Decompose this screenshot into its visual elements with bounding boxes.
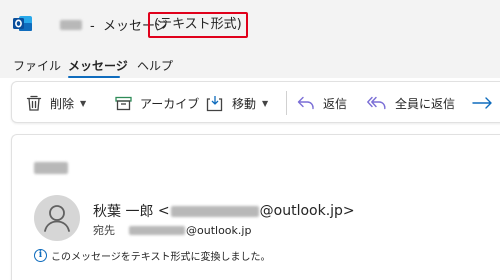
archive-button[interactable]: アーカイブ	[115, 82, 199, 124]
redacted-recipient-address	[129, 225, 185, 235]
menu-message[interactable]: メッセージ	[68, 57, 128, 74]
sender-line: 秋葉 一郎 < @outlook.jp>	[93, 203, 355, 220]
conversion-notice-text: このメッセージをテキスト形式に変換しました。	[51, 252, 271, 263]
forward-button[interactable]	[472, 82, 494, 124]
redacted-title	[60, 20, 82, 30]
chevron-down-icon: ▼	[80, 98, 87, 108]
text-format-label: (テキスト形式)	[148, 12, 248, 38]
trash-icon	[26, 95, 42, 111]
info-icon: i	[34, 249, 47, 262]
recipient-line: 宛先 @outlook.jp	[93, 222, 251, 238]
person-icon	[44, 205, 70, 232]
menu-help[interactable]: ヘルプ	[137, 57, 173, 74]
reply-all-icon	[367, 96, 386, 110]
chevron-down-icon: ▼	[262, 98, 269, 108]
avatar[interactable]	[34, 195, 80, 241]
conversion-notice: i このメッセージをテキスト形式に変換しました。	[34, 248, 271, 263]
forward-icon	[472, 97, 492, 109]
reply-button[interactable]: 返信	[297, 82, 347, 124]
sender-name: 秋葉 一郎	[93, 204, 154, 220]
ribbon-divider	[286, 91, 287, 115]
archive-icon	[115, 96, 132, 110]
title-bar: - メッセージ (テキスト形式)	[0, 0, 500, 48]
move-icon	[206, 95, 223, 111]
reply-icon	[297, 96, 314, 110]
active-tab-indicator	[68, 76, 120, 78]
menu-bar: ファイル メッセージ ヘルプ	[0, 48, 500, 78]
menu-file[interactable]: ファイル	[13, 57, 61, 74]
redacted-sender-address	[170, 205, 259, 217]
outlook-app-icon	[13, 16, 32, 31]
reply-all-button[interactable]: 全員に返信	[367, 82, 455, 124]
ribbon-toolbar: 削除 ▼ アーカイブ 移動 ▼ 返信 全員に返信	[11, 81, 500, 123]
delete-button[interactable]: 削除 ▼	[26, 82, 86, 124]
sender-domain: @outlook.jp>	[259, 203, 355, 219]
redacted-subject	[34, 162, 68, 174]
move-button[interactable]: 移動 ▼	[206, 82, 268, 124]
recipient-domain: @outlook.jp	[186, 223, 252, 237]
to-label: 宛先	[93, 224, 115, 237]
